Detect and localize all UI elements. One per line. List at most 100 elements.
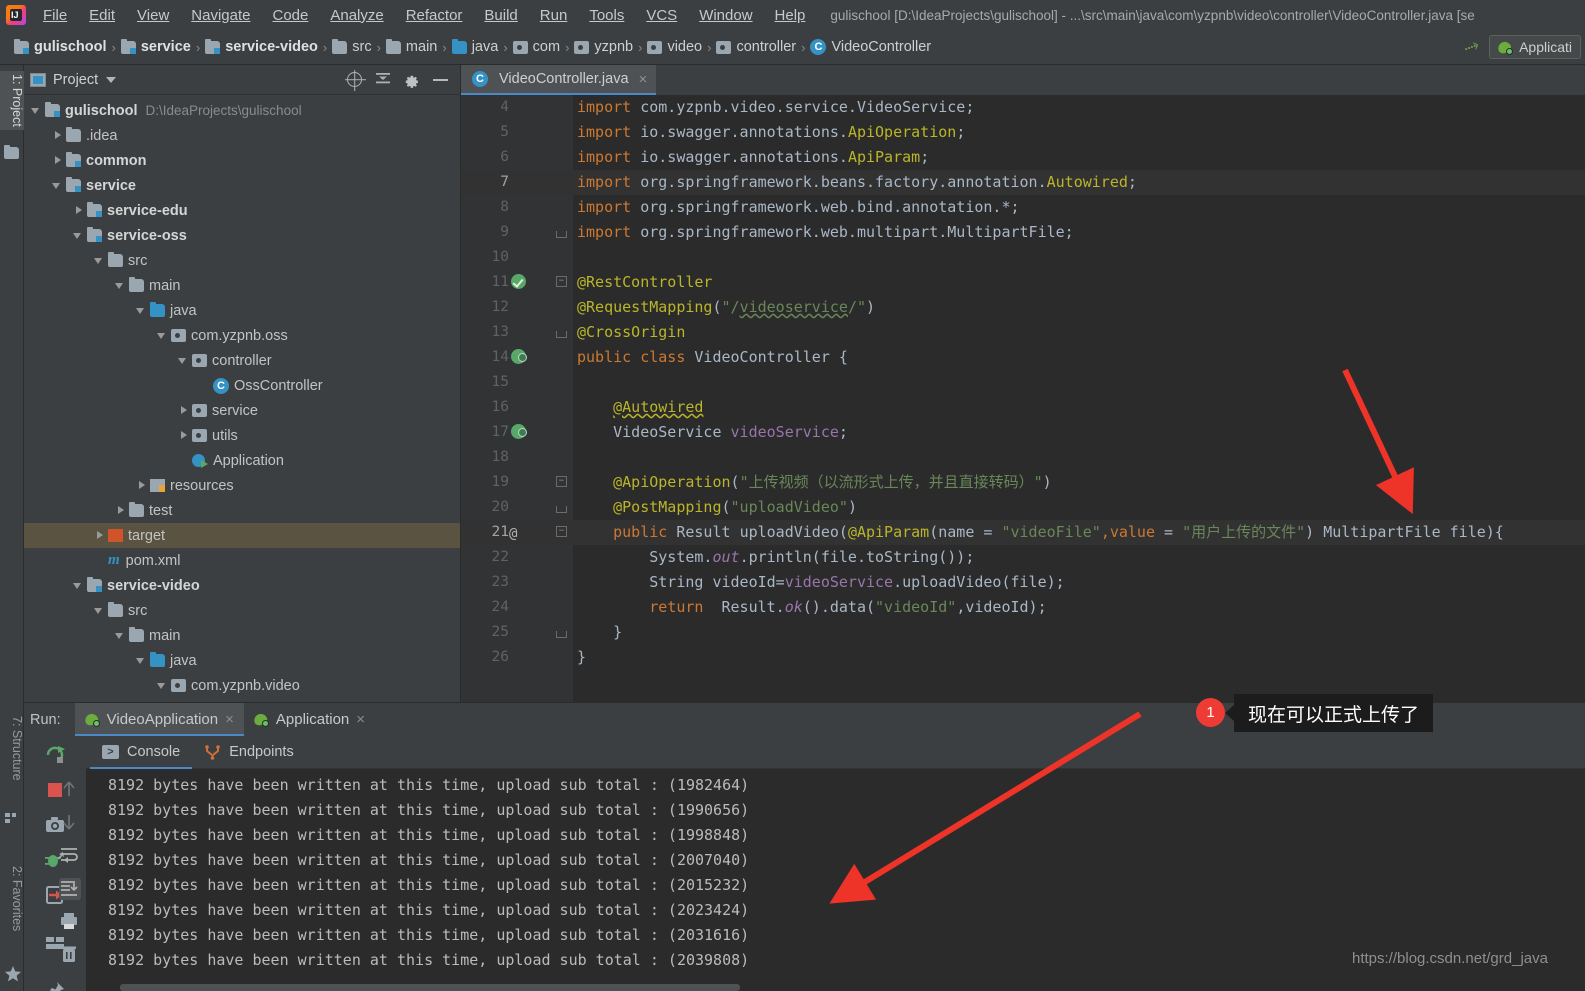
tree-node-src[interactable]: src [24, 248, 460, 273]
breadcrumb-item-service[interactable]: service [120, 38, 191, 55]
chevron-right-icon[interactable] [114, 504, 127, 517]
chevron-down-icon[interactable] [114, 279, 127, 292]
menu-build[interactable]: Build [473, 4, 528, 27]
code-line-9[interactable]: 9 import org.springframework.web.multipar… [461, 220, 1585, 245]
breadcrumb-item-videocontroller[interactable]: C VideoController [810, 39, 931, 55]
chevron-down-icon[interactable] [72, 229, 85, 242]
close-icon[interactable]: × [225, 711, 234, 728]
chevron-right-icon[interactable] [135, 479, 148, 492]
menu-analyze[interactable]: Analyze [319, 4, 394, 27]
tree-node-gulischool[interactable]: gulischool D:\IdeaProjects\gulischool [24, 98, 460, 123]
chevron-down-icon[interactable] [156, 329, 169, 342]
breadcrumb-item-src[interactable]: src [332, 38, 372, 55]
tree-node-utils[interactable]: utils [24, 423, 460, 448]
rerun-icon[interactable] [44, 744, 66, 766]
breadcrumb-item-gulischool[interactable]: gulischool [14, 38, 107, 55]
menu-file[interactable]: File [32, 4, 78, 27]
chevron-right-icon[interactable] [93, 529, 106, 542]
tree-node-service-oss[interactable]: service-oss [24, 223, 460, 248]
code-line-26[interactable]: 26} [461, 645, 1585, 670]
tree-node-java[interactable]: java [24, 648, 460, 673]
scroll-to-end-icon[interactable] [59, 878, 81, 900]
fold-collapse-icon[interactable]: − [556, 276, 567, 287]
breadcrumb-item-controller[interactable]: controller [716, 39, 796, 55]
chevron-right-icon[interactable] [177, 404, 190, 417]
fold-end-icon[interactable] [556, 506, 567, 513]
chevron-down-icon[interactable] [30, 104, 43, 117]
tree-node-com.yzpnb.video[interactable]: com.yzpnb.video [24, 673, 460, 698]
menu-vcs[interactable]: VCS [635, 4, 688, 27]
chevron-down-icon[interactable] [135, 654, 148, 667]
chevron-down-icon[interactable] [93, 604, 106, 617]
chevron-down-icon[interactable] [106, 76, 117, 83]
bean-icon[interactable] [511, 349, 527, 365]
fold-collapse-icon[interactable]: − [556, 526, 567, 537]
run-tab-application[interactable]: Application × [244, 703, 375, 736]
menu-edit[interactable]: Edit [78, 4, 126, 27]
scroll-down-icon[interactable] [59, 812, 81, 834]
fold-collapse-icon[interactable]: − [556, 476, 567, 487]
soft-wrap-icon[interactable] [59, 845, 81, 867]
tree-node-main[interactable]: main [24, 623, 460, 648]
code-line-14[interactable]: 14 public class VideoController { [461, 345, 1585, 370]
code-line-8[interactable]: 8 import org.springframework.web.bind.ann… [461, 195, 1585, 220]
code-line-24[interactable]: 24 return Result.ok().data("videoId",vid… [461, 595, 1585, 620]
code-line-19[interactable]: 19 − @ApiOperation("上传视频（以流形式上传，并且直接转码）") [461, 470, 1585, 495]
sidebar-item-favorites[interactable]: 2: Favorites [0, 863, 24, 934]
run-configuration-selector[interactable]: Applicati [1489, 35, 1581, 59]
locate-icon[interactable] [347, 72, 362, 87]
chevron-right-icon[interactable] [51, 154, 64, 167]
project-tree[interactable]: gulischool D:\IdeaProjects\gulischool .ide… [24, 95, 460, 699]
menu-window[interactable]: Window [688, 4, 763, 27]
breadcrumb-item-java[interactable]: java [451, 38, 498, 55]
code-line-20[interactable]: 20 @PostMapping("uploadVideo") [461, 495, 1585, 520]
hide-icon[interactable] [433, 78, 448, 81]
breadcrumb-item-com[interactable]: com [512, 39, 560, 55]
close-icon[interactable]: × [356, 711, 365, 728]
menu-bar[interactable]: File Edit View Navigate Code Analyze Ref… [32, 4, 816, 27]
tree-node-service-video[interactable]: service-video [24, 573, 460, 598]
tree-node-com.yzpnb.oss[interactable]: com.yzpnb.oss [24, 323, 460, 348]
clear-all-icon[interactable] [59, 944, 81, 966]
tree-node-.idea[interactable]: .idea [24, 123, 460, 148]
chevron-right-icon[interactable] [72, 204, 85, 217]
chevron-down-icon[interactable] [114, 629, 127, 642]
sidebar-item-structure[interactable]: 7: Structure [0, 713, 24, 784]
code-line-15[interactable]: 15 [461, 370, 1585, 395]
tree-node-application[interactable]: Application [24, 448, 460, 473]
code-line-11[interactable]: 11 − @RestController [461, 270, 1585, 295]
console-horizontal-scrollbar[interactable] [120, 984, 740, 991]
code-line-23[interactable]: 23 String videoId=videoService.uploadVid… [461, 570, 1585, 595]
chevron-down-icon[interactable] [51, 179, 64, 192]
tree-node-java[interactable]: java [24, 298, 460, 323]
gear-icon[interactable] [404, 72, 420, 88]
code-line-4[interactable]: 4 import com.yzpnb.video.service.VideoSer… [461, 95, 1585, 120]
collapse-all-icon[interactable] [375, 72, 391, 87]
fold-end-icon[interactable] [556, 331, 567, 338]
code-editor[interactable]: 4 import com.yzpnb.video.service.VideoSer… [461, 95, 1585, 702]
run-icon[interactable] [511, 274, 527, 290]
menu-code[interactable]: Code [261, 4, 319, 27]
code-line-25[interactable]: 25 } [461, 620, 1585, 645]
tree-node-resources[interactable]: resources [24, 473, 460, 498]
code-line-13[interactable]: 13 @CrossOrigin [461, 320, 1585, 345]
tree-node-service-edu[interactable]: service-edu [24, 198, 460, 223]
tree-node-common[interactable]: common [24, 148, 460, 173]
menu-refactor[interactable]: Refactor [395, 4, 474, 27]
close-icon[interactable]: × [639, 71, 648, 88]
scroll-up-icon[interactable] [59, 779, 81, 801]
hammer-icon[interactable]: ⤑ [1461, 34, 1483, 60]
tree-node-service[interactable]: service [24, 173, 460, 198]
chevron-down-icon[interactable] [177, 354, 190, 367]
tab-videocontroller-java[interactable]: C VideoController.java × [461, 65, 657, 95]
tab-console[interactable]: > Console [90, 736, 193, 769]
tree-node-main[interactable]: main [24, 273, 460, 298]
print-icon[interactable] [59, 911, 81, 933]
sidebar-item-project[interactable]: 1: Project [0, 71, 24, 130]
tree-node-osscontroller[interactable]: C OssController [24, 373, 460, 398]
code-line-21[interactable]: 21 @ − public Result uploadVideo(@ApiParam… [461, 520, 1585, 545]
chevron-down-icon[interactable] [93, 254, 106, 267]
chevron-down-icon[interactable] [156, 679, 169, 692]
breadcrumb-item-video[interactable]: video [647, 39, 702, 55]
chevron-right-icon[interactable] [51, 129, 64, 142]
